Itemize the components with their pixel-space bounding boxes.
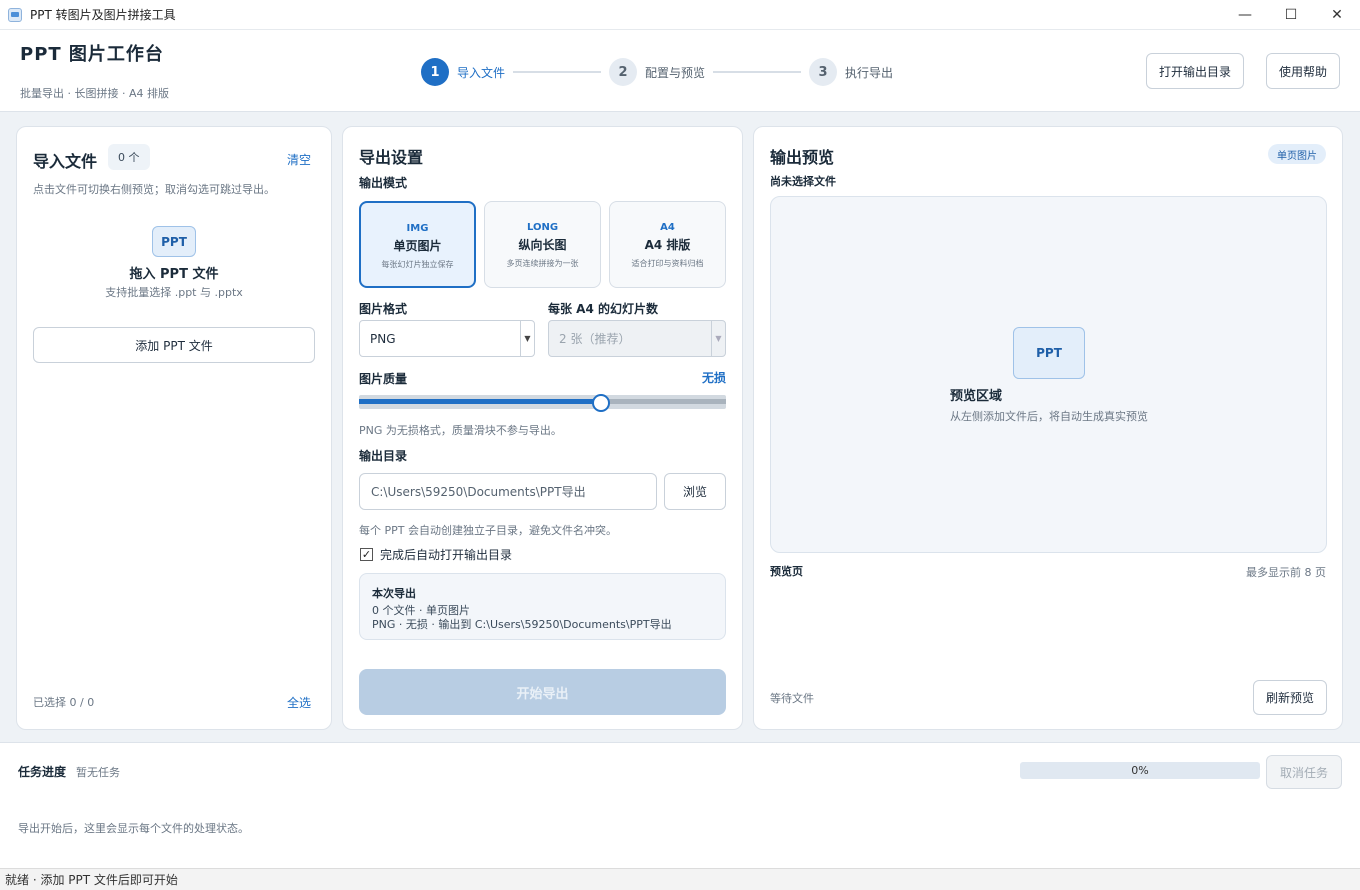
step-number: 3 (809, 58, 838, 86)
mode-card-single[interactable]: IMG 单页图片 每张幻灯片独立保存 (359, 201, 476, 288)
select-all-link[interactable]: 全选 (287, 694, 311, 711)
mode-tag: LONG (526, 222, 559, 233)
task-progress-bar: 0% (1020, 762, 1260, 779)
progress-text: 0% (1131, 764, 1149, 777)
output-preview-panel: 输出预览 单页图片 尚未选择文件 PPT 预览区域 从左侧添加文件后，将自动生成… (753, 126, 1343, 730)
export-settings-title: 导出设置 (359, 148, 424, 167)
page-title: PPT 图片工作台 (20, 44, 164, 65)
refresh-preview-button[interactable]: 刷新预览 (1253, 680, 1327, 715)
per-a4-label: 每张 A4 的幻灯片数 (548, 302, 658, 316)
image-quality-value: 无损 (701, 371, 726, 385)
file-status: 尚未选择文件 (770, 175, 836, 188)
import-hint: 点击文件可切换右侧预览；取消勾选可跳过导出。 (33, 183, 275, 196)
step-import: 1 导入文件 (421, 58, 505, 86)
preview-area-subtitle: 从左侧添加文件后，将自动生成真实预览 (950, 410, 1148, 423)
output-dir-note: 每个 PPT 会自动创建独立子目录，避免文件名冲突。 (359, 524, 617, 537)
image-quality-label: 图片质量 (359, 372, 408, 386)
task-title: 任务进度 (18, 765, 67, 779)
auto-open-checkbox[interactable]: ✓ (360, 548, 373, 561)
step-number: 1 (421, 58, 449, 86)
task-status: 暂无任务 (76, 766, 120, 779)
chevron-down-icon: ▼ (520, 321, 534, 356)
window-titlebar: PPT 转图片及图片拼接工具 — ☐ ✕ (0, 0, 1360, 30)
mode-card-long[interactable]: LONG 纵向长图 多页连续拼接为一张 (484, 201, 601, 288)
mode-tag: A4 (660, 222, 675, 233)
mode-description: 每张幻灯片独立保存 (381, 260, 454, 269)
step-export: 3 执行导出 (809, 58, 893, 86)
app-header: PPT 图片工作台 批量导出 · 长图拼接 · A4 排版 1 导入文件 2 配… (0, 30, 1360, 112)
mode-description: 多页连续拼接为一张 (506, 259, 579, 268)
preview-area-title: 预览区域 (950, 389, 1003, 404)
step-indicator: 1 导入文件 2 配置与预览 3 执行导出 (421, 57, 893, 87)
slider-thumb[interactable] (592, 394, 610, 412)
selected-count: 已选择 0 / 0 (33, 696, 95, 709)
export-summary: 本次导出 0 个文件 · 单页图片 PNG · 无损 · 输出到 C:\User… (359, 573, 726, 640)
step-label: 配置与预览 (645, 65, 706, 80)
task-note: 导出开始后，这里会显示每个文件的处理状态。 (18, 822, 249, 835)
image-format-select[interactable]: PNG ▼ (359, 320, 535, 357)
step-connector (513, 71, 602, 73)
preview-pages-label: 预览页 (770, 565, 803, 578)
app-icon (8, 7, 22, 22)
mode-name: A4 排版 (644, 238, 691, 252)
waiting-status: 等待文件 (770, 692, 814, 705)
image-format-value: PNG (370, 331, 396, 346)
ppt-file-icon: PPT (1013, 327, 1085, 379)
clear-link[interactable]: 清空 (287, 151, 311, 168)
help-button[interactable]: 使用帮助 (1266, 53, 1340, 89)
export-settings-panel: 导出设置 输出模式 IMG 单页图片 每张幻灯片独立保存 LONG 纵向长图 多… (342, 126, 743, 730)
summary-line: PNG · 无损 · 输出到 C:\Users\59250\Documents\… (372, 618, 672, 631)
page-subtitle: 批量导出 · 长图拼接 · A4 排版 (20, 87, 169, 100)
window-title: PPT 转图片及图片拼接工具 (30, 8, 176, 22)
step-configure: 2 配置与预览 (609, 58, 705, 86)
step-label: 执行导出 (845, 65, 894, 80)
open-output-dir-button[interactable]: 打开输出目录 (1146, 53, 1244, 89)
start-export-button[interactable]: 开始导出 (359, 669, 726, 715)
slider-rail (601, 399, 726, 404)
file-count-badge: 0 个 (108, 144, 150, 170)
ppt-file-icon: PPT (152, 226, 196, 257)
mode-card-a4[interactable]: A4 A4 排版 适合打印与资料归档 (609, 201, 726, 288)
chevron-down-icon: ▼ (711, 321, 725, 356)
add-ppt-button[interactable]: 添加 PPT 文件 (33, 327, 315, 363)
summary-title: 本次导出 (372, 587, 416, 600)
cancel-task-button[interactable]: 取消任务 (1266, 755, 1342, 789)
maximize-icon[interactable]: ☐ (1268, 0, 1314, 30)
step-connector (713, 71, 802, 73)
slider-fill (359, 399, 601, 404)
mode-description: 适合打印与资料归档 (631, 259, 704, 268)
drop-zone[interactable]: PPT 拖入 PPT 文件 支持批量选择 .ppt 与 .pptx (33, 219, 315, 299)
status-bar: 就绪 · 添加 PPT 文件后即可开始 (0, 868, 1360, 890)
window-controls: — ☐ ✕ (1222, 0, 1360, 30)
per-a4-select[interactable]: 2 张（推荐） ▼ (548, 320, 726, 357)
step-label: 导入文件 (457, 65, 506, 80)
minimize-icon[interactable]: — (1222, 0, 1268, 30)
auto-open-option[interactable]: ✓ 完成后自动打开输出目录 (360, 546, 512, 563)
output-mode-label: 输出模式 (359, 176, 408, 190)
output-dir-label: 输出目录 (359, 449, 408, 463)
task-progress-area: 任务进度 暂无任务 0% 取消任务 导出开始后，这里会显示每个文件的处理状态。 (0, 742, 1360, 868)
close-icon[interactable]: ✕ (1314, 0, 1360, 30)
import-title: 导入文件 (33, 152, 98, 171)
per-a4-value: 2 张（推荐） (559, 332, 631, 346)
output-preview-title: 输出预览 (770, 148, 835, 167)
auto-open-label: 完成后自动打开输出目录 (380, 548, 513, 562)
quality-note: PNG 为无损格式，质量滑块不参与导出。 (359, 424, 562, 437)
preview-pages-limit: 最多显示前 8 页 (1246, 566, 1326, 579)
output-dir-input[interactable]: C:\Users\59250\Documents\PPT导出 (359, 473, 657, 510)
image-format-label: 图片格式 (359, 302, 408, 316)
mode-tag: IMG (406, 223, 429, 234)
preview-area: PPT 预览区域 从左侧添加文件后，将自动生成真实预览 (770, 196, 1327, 553)
drop-subtitle: 支持批量选择 .ppt 与 .pptx (105, 286, 243, 299)
import-panel: 导入文件 0 个 清空 点击文件可切换右侧预览；取消勾选可跳过导出。 PPT 拖… (16, 126, 332, 730)
step-number: 2 (609, 58, 638, 86)
drop-title: 拖入 PPT 文件 (129, 267, 219, 282)
browse-button[interactable]: 浏览 (664, 473, 726, 510)
mode-pill: 单页图片 (1268, 144, 1326, 164)
quality-slider[interactable] (359, 394, 726, 412)
mode-name: 单页图片 (393, 239, 442, 253)
mode-name: 纵向长图 (518, 238, 567, 252)
